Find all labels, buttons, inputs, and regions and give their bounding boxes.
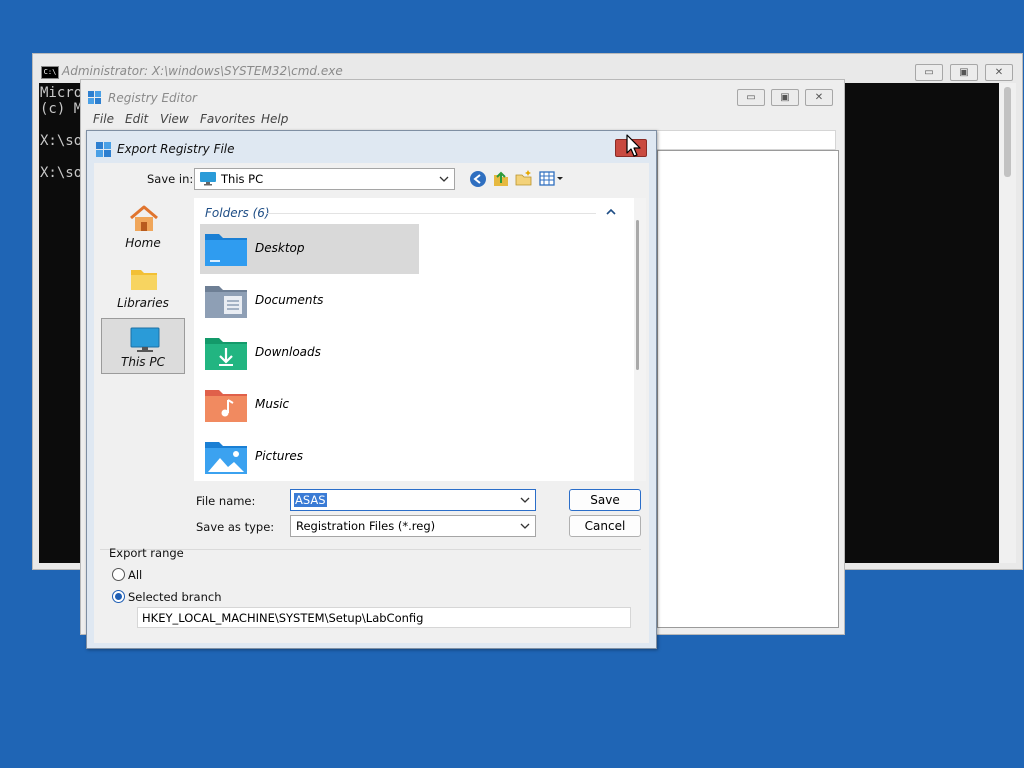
file-name-label: File name: <box>196 494 256 508</box>
registry-editor-icon <box>88 91 101 104</box>
cmd-close-button[interactable]: ✕ <box>985 64 1013 81</box>
documents-folder-icon <box>205 286 247 318</box>
file-list-scrollbar[interactable] <box>634 198 646 481</box>
folder-item-downloads[interactable]: Downloads <box>200 328 419 378</box>
chevron-up-icon[interactable] <box>605 206 617 218</box>
home-icon <box>130 205 158 231</box>
music-folder-icon <box>205 390 247 422</box>
place-libraries[interactable]: Libraries <box>101 258 185 314</box>
cmd-scrollbar[interactable] <box>999 83 1016 563</box>
dialog-body: Save in: This PC Home Libraries This PC … <box>94 163 649 643</box>
folder-item-music[interactable]: Music <box>200 380 419 430</box>
pictures-folder-icon <box>205 442 247 474</box>
menu-file[interactable]: File <box>93 112 114 126</box>
cmd-minimize-button[interactable]: ▭ <box>915 64 943 81</box>
regedit-maximize-button[interactable]: ▣ <box>771 89 799 106</box>
radio-selected-branch[interactable] <box>112 590 125 603</box>
save-as-type-dropdown[interactable]: Registration Files (*.reg) <box>290 515 536 537</box>
folder-name: Downloads <box>255 345 321 359</box>
place-libraries-label: Libraries <box>117 296 169 310</box>
place-home[interactable]: Home <box>101 198 185 254</box>
folder-item-pictures[interactable]: Pictures <box>200 432 419 481</box>
group-divider <box>266 213 596 214</box>
dialog-title: Export Registry File <box>117 142 235 156</box>
folder-name: Music <box>255 397 290 411</box>
save-as-type-label: Save as type: <box>196 520 275 534</box>
regedit-close-button[interactable]: ✕ <box>805 89 833 106</box>
cmd-app-icon: C:\ <box>41 66 59 79</box>
menu-view[interactable]: View <box>160 112 189 126</box>
cmd-title: Administrator: X:\windows\SYSTEM32\cmd.e… <box>62 64 343 78</box>
cmd-maximize-button[interactable]: ▣ <box>950 64 978 81</box>
this-pc-icon <box>130 327 160 352</box>
folder-item-desktop[interactable]: Desktop <box>200 224 419 274</box>
place-this-pc-label: This PC <box>121 355 165 369</box>
save-in-value: This PC <box>221 172 264 186</box>
up-folder-icon[interactable] <box>492 169 510 187</box>
menu-help[interactable]: Help <box>261 112 288 126</box>
desktop-folder-icon <box>205 234 247 266</box>
registry-editor-title: Registry Editor <box>108 91 197 105</box>
place-this-pc[interactable]: This PC <box>101 318 185 374</box>
this-pc-small-icon <box>200 172 216 186</box>
menu-edit[interactable]: Edit <box>125 112 148 126</box>
mouse-cursor-icon <box>626 134 641 157</box>
radio-selected-branch-label[interactable]: Selected branch <box>128 590 221 604</box>
regedit-menubar: File Edit View Favorites Help <box>81 109 844 129</box>
file-list-scroll-thumb[interactable] <box>636 220 639 370</box>
selected-branch-field[interactable]: HKEY_LOCAL_MACHINE\SYSTEM\Setup\LabConfi… <box>137 607 631 628</box>
cancel-button[interactable]: Cancel <box>569 515 641 537</box>
save-as-type-value: Registration Files (*.reg) <box>296 519 436 533</box>
radio-all-label[interactable]: All <box>128 568 142 582</box>
view-menu-icon[interactable] <box>539 170 565 188</box>
regedit-values-pane[interactable] <box>657 150 839 628</box>
new-folder-icon[interactable] <box>515 169 533 187</box>
radio-all[interactable] <box>112 568 125 581</box>
export-dialog-icon <box>96 142 111 157</box>
export-range-label: Export range <box>109 546 184 560</box>
chevron-down-icon <box>520 497 530 503</box>
cmd-scroll-thumb[interactable] <box>1004 87 1011 177</box>
folder-name: Pictures <box>255 449 304 463</box>
save-in-label: Save in: <box>147 172 194 186</box>
places-bar: Home Libraries This PC <box>94 196 192 566</box>
folder-name: Desktop <box>255 241 305 255</box>
save-button[interactable]: Save <box>569 489 641 511</box>
back-icon[interactable] <box>469 170 487 188</box>
save-in-dropdown[interactable]: This PC <box>194 168 455 190</box>
file-name-value: ASAS <box>294 493 327 507</box>
chevron-down-icon <box>520 523 530 529</box>
menu-favorites[interactable]: Favorites <box>200 112 255 126</box>
export-registry-dialog: Export Registry File ✕ Save in: This PC <box>86 130 657 649</box>
file-name-input[interactable]: ASAS <box>290 489 536 511</box>
downloads-folder-icon <box>205 338 247 370</box>
group-header[interactable]: Folders (6) <box>205 206 270 220</box>
folder-name: Documents <box>255 293 324 307</box>
selected-branch-value: HKEY_LOCAL_MACHINE\SYSTEM\Setup\LabConfi… <box>142 611 424 625</box>
chevron-down-icon <box>439 176 449 182</box>
regedit-minimize-button[interactable]: ▭ <box>737 89 765 106</box>
libraries-icon <box>131 270 157 290</box>
file-list[interactable]: Folders (6) Desktop Documents Downloads … <box>194 198 634 481</box>
place-home-label: Home <box>125 236 161 250</box>
folder-item-documents[interactable]: Documents <box>200 276 419 326</box>
